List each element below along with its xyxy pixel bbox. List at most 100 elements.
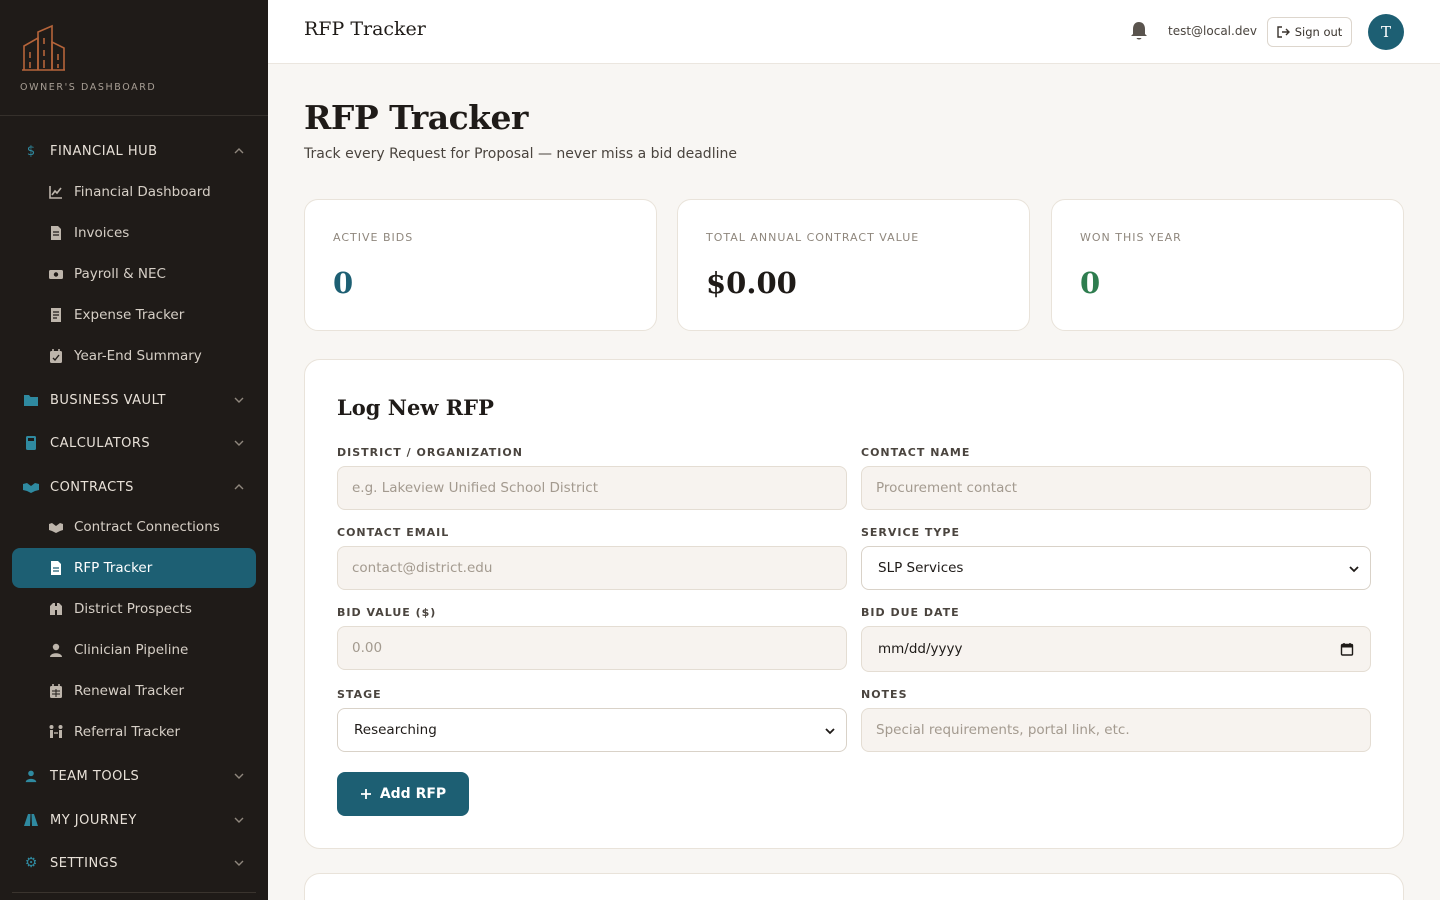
chevron-down-icon: [234, 397, 244, 403]
sidebar-item-clinician-pipeline[interactable]: Clinician Pipeline: [12, 630, 256, 670]
sidebar-item-year-end-summary[interactable]: Year-End Summary: [12, 336, 256, 376]
district-input[interactable]: [337, 466, 847, 510]
sidebar-item-rfp-tracker[interactable]: RFP Tracker: [12, 548, 256, 588]
nav-section-financial-hub[interactable]: $ FINANCIAL HUB: [0, 131, 268, 171]
gear-icon: ⚙: [24, 855, 38, 871]
sidebar-item-district-prospects[interactable]: District Prospects: [12, 589, 256, 629]
add-rfp-button[interactable]: Add RFP: [337, 772, 469, 816]
chevron-down-icon: [234, 773, 244, 779]
calendar-icon: [50, 684, 62, 698]
folder-icon: [24, 395, 38, 406]
page-subtitle: Track every Request for Proposal — never…: [304, 146, 737, 162]
handshake-icon: [49, 523, 63, 533]
nav-section-contracts[interactable]: CONTRACTS: [0, 467, 268, 507]
stat-value: $0.00: [706, 266, 797, 300]
nav-section-settings[interactable]: ⚙ SETTINGS: [0, 843, 268, 883]
chart-line-icon: [49, 186, 62, 199]
sidebar-item-label: RFP Tracker: [74, 560, 153, 576]
stat-card-total-contract-value: TOTAL ANNUAL CONTRACT VALUE $0.00: [677, 199, 1030, 331]
calendar-icon[interactable]: [1340, 642, 1354, 656]
contact-name-label: CONTACT NAME: [861, 446, 971, 459]
user-email: test@local.dev: [1168, 24, 1257, 38]
chevron-up-icon: [234, 484, 244, 490]
chevron-down-icon: [825, 728, 835, 735]
contact-email-input[interactable]: [337, 546, 847, 590]
nav-section-label: TEAM TOOLS: [50, 768, 140, 784]
district-label: DISTRICT / ORGANIZATION: [337, 446, 523, 459]
nav-section-label: CONTRACTS: [50, 479, 134, 495]
sidebar-item-label: Contract Connections: [74, 519, 220, 535]
handshake-icon: [23, 483, 39, 493]
sidebar-item-financial-dashboard[interactable]: Financial Dashboard: [12, 172, 256, 212]
brand: OWNER'S DASHBOARD: [0, 0, 268, 116]
sidebar-item-invoices[interactable]: Invoices: [12, 213, 256, 253]
sign-out-label: Sign out: [1294, 25, 1343, 39]
sidebar: OWNER'S DASHBOARD $ FINANCIAL HUB Financ…: [0, 0, 268, 900]
stat-label: ACTIVE BIDS: [333, 231, 414, 244]
nav-section-label: MY JOURNEY: [50, 812, 137, 828]
sidebar-item-contract-connections[interactable]: Contract Connections: [12, 507, 256, 547]
nav-section-business-vault[interactable]: BUSINESS VAULT: [0, 380, 268, 420]
sidebar-item-label: Payroll & NEC: [74, 266, 166, 282]
sidebar-item-renewal-tracker[interactable]: Renewal Tracker: [12, 671, 256, 711]
invoice-icon: [51, 226, 61, 240]
nav-section-team-tools[interactable]: TEAM TOOLS: [0, 756, 268, 796]
file-icon: [51, 561, 61, 575]
money-icon: [49, 270, 63, 279]
road-icon: [24, 814, 38, 826]
chevron-down-icon: [234, 440, 244, 446]
stage-select[interactable]: Researching: [337, 708, 847, 752]
sidebar-item-referral-tracker[interactable]: Referral Tracker: [12, 712, 256, 752]
chevron-down-icon: [234, 817, 244, 823]
stage-label: STAGE: [337, 688, 382, 701]
plus-icon: [360, 789, 371, 799]
stage-value: Researching: [354, 722, 437, 738]
user-icon: [50, 643, 62, 657]
sidebar-item-label: District Prospects: [74, 601, 192, 617]
rfp-list-card: [304, 873, 1404, 900]
service-type-select[interactable]: SLP Services: [861, 546, 1371, 590]
nav-section-label: SETTINGS: [50, 855, 119, 871]
bid-value-label: BID VALUE ($): [337, 606, 437, 619]
avatar[interactable]: T: [1368, 14, 1404, 50]
sidebar-item-label: Year-End Summary: [74, 348, 202, 364]
stat-label: TOTAL ANNUAL CONTRACT VALUE: [706, 231, 920, 244]
form-title: Log New RFP: [337, 395, 494, 420]
nav-section-label: BUSINESS VAULT: [50, 392, 166, 408]
nav-section-my-journey[interactable]: MY JOURNEY: [0, 800, 268, 840]
sidebar-item-label: Invoices: [74, 225, 130, 241]
service-type-value: SLP Services: [878, 560, 964, 576]
sidebar-item-label: Referral Tracker: [74, 724, 181, 740]
receipt-icon: [51, 308, 61, 322]
sidebar-divider: [12, 892, 256, 893]
building-logo-icon: [22, 24, 65, 71]
bell-icon[interactable]: [1130, 21, 1148, 41]
sidebar-item-expense-tracker[interactable]: Expense Tracker: [12, 295, 256, 335]
chevron-down-icon: [234, 860, 244, 866]
notes-label: NOTES: [861, 688, 908, 701]
chevron-up-icon: [234, 148, 244, 154]
nav-section-calculators[interactable]: CALCULATORS: [0, 423, 268, 463]
nav-section-label: CALCULATORS: [50, 435, 151, 451]
sidebar-item-label: Clinician Pipeline: [74, 642, 189, 658]
people-arrows-icon: [49, 725, 63, 738]
contact-email-label: CONTACT EMAIL: [337, 526, 450, 539]
dollar-icon: $: [26, 143, 36, 159]
stat-label: WON THIS YEAR: [1080, 231, 1182, 244]
stat-card-active-bids: ACTIVE BIDS 0: [304, 199, 657, 331]
bid-value-input[interactable]: [337, 626, 847, 670]
nav-section-label: FINANCIAL HUB: [50, 143, 158, 159]
sidebar-item-payroll[interactable]: Payroll & NEC: [12, 254, 256, 294]
bid-due-date-input[interactable]: mm/dd/yyyy: [861, 626, 1371, 672]
add-rfp-label: Add RFP: [379, 786, 447, 802]
contact-name-input[interactable]: [861, 466, 1371, 510]
user-icon: [25, 770, 37, 783]
notes-input[interactable]: [861, 708, 1371, 752]
sign-out-button[interactable]: Sign out: [1267, 17, 1352, 47]
service-type-label: SERVICE TYPE: [861, 526, 960, 539]
chevron-down-icon: [1349, 566, 1359, 573]
sidebar-item-label: Renewal Tracker: [74, 683, 184, 699]
binoculars-icon: [50, 603, 62, 615]
calculator-icon: [26, 436, 36, 450]
bid-due-label: BID DUE DATE: [861, 606, 960, 619]
